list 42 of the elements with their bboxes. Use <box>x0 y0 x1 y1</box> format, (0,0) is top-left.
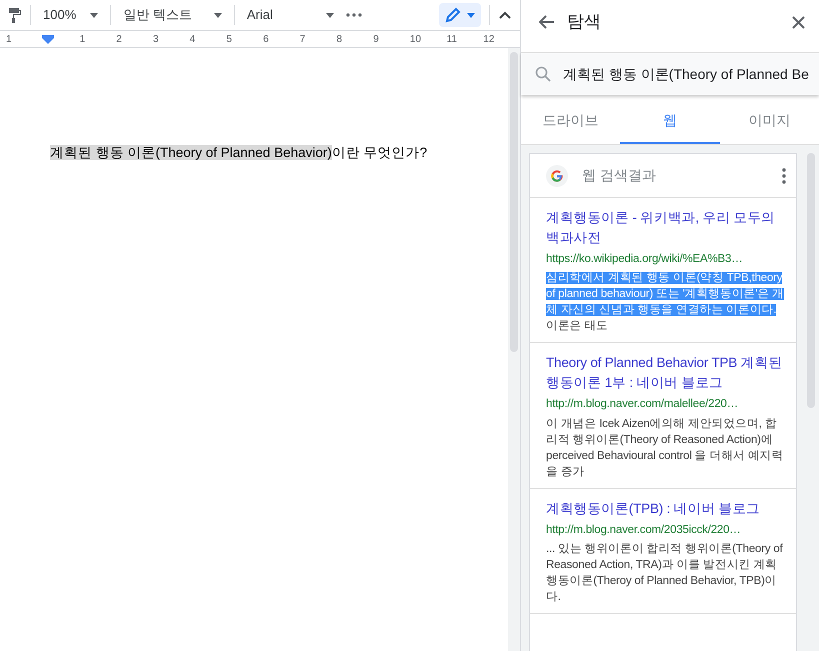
result-title-link[interactable]: 계획행동이론 - 위키백과, 우리 모두의 백과사전 <box>546 208 786 248</box>
g-logo-icon <box>546 164 568 186</box>
paint-roller-icon[interactable] <box>8 7 22 23</box>
search-icon <box>535 66 551 82</box>
document-paragraph: 계획된 행동 이론(Theory of Planned Behavior)이란 무엇인가? <box>50 144 428 162</box>
ruler-number: 10 <box>410 32 422 46</box>
more-icon[interactable] <box>346 13 362 17</box>
collapse-icon[interactable] <box>498 10 512 20</box>
zoom-dropdown[interactable]: 100% <box>39 3 102 27</box>
style-dropdown[interactable]: 일반 텍스트 <box>119 3 226 27</box>
ruler-number: 11 <box>446 32 458 46</box>
editing-mode-button[interactable] <box>439 3 481 27</box>
result-snippet: 이 개념은 Icek Aizen에의해 제안되었으며, 합리적 행위이론(Theory of Reasoned Action)에 perceived Behavioural control 을 더해서 예지력을 증가 <box>546 416 784 480</box>
ruler-number: 6 <box>263 32 270 46</box>
search-field[interactable]: 계획된 행동 이론(Theory of Planned Be <box>521 52 819 95</box>
ruler-number: 4 <box>190 32 196 46</box>
more-vertical-icon[interactable] <box>782 168 786 184</box>
result-title-link[interactable]: 계획행동이론(TPB) : 네이버 블로그 <box>546 498 786 518</box>
result-url: http://m.blog.naver.com/2035icck/220… <box>546 522 742 538</box>
ruler-number: 3 <box>152 32 160 46</box>
ruler-number: 5 <box>226 32 233 46</box>
ruler-number: 2 <box>116 32 123 46</box>
result-url: https://ko.wikipedia.org/wiki/%EA%B3… <box>546 252 744 267</box>
ruler-number: 9 <box>373 32 380 46</box>
result-url: http://m.blog.naver.com/malellee/220… <box>546 397 740 412</box>
result-snippet: ... 있는 행위이론이 합리적 행위이론(Theory of Reasoned Action, TRA)과 이를 발전시킨 계획행동이론(Theroy of Planned Behavior, TPB)이다. <box>546 542 784 605</box>
result-title-link[interactable]: Theory of Planned Behavior TPB 계획된 행동이론 1부 : 네이버 블로그 <box>546 353 786 394</box>
search-tab[interactable]: 드라이브 <box>521 99 620 144</box>
close-icon[interactable] <box>792 16 805 28</box>
ruler-number: 1 <box>6 32 12 46</box>
indent-marker-icon[interactable] <box>42 35 54 45</box>
ruler-number: 7 <box>300 32 306 46</box>
ruler-number: 8 <box>336 32 344 46</box>
ruler-number: 1 <box>80 32 86 46</box>
ruler-number: 12 <box>483 32 496 46</box>
font-dropdown[interactable]: Arial <box>242 3 338 27</box>
pencil-icon <box>445 7 461 23</box>
panel-title: 탐색 <box>567 11 601 34</box>
back-arrow-icon[interactable] <box>539 15 555 29</box>
results-header: 웹 검색결과 <box>582 166 656 185</box>
search-text: 계획된 행동 이론(Theory of Planned Be <box>563 64 809 84</box>
search-tab[interactable]: 이미지 <box>720 99 819 144</box>
